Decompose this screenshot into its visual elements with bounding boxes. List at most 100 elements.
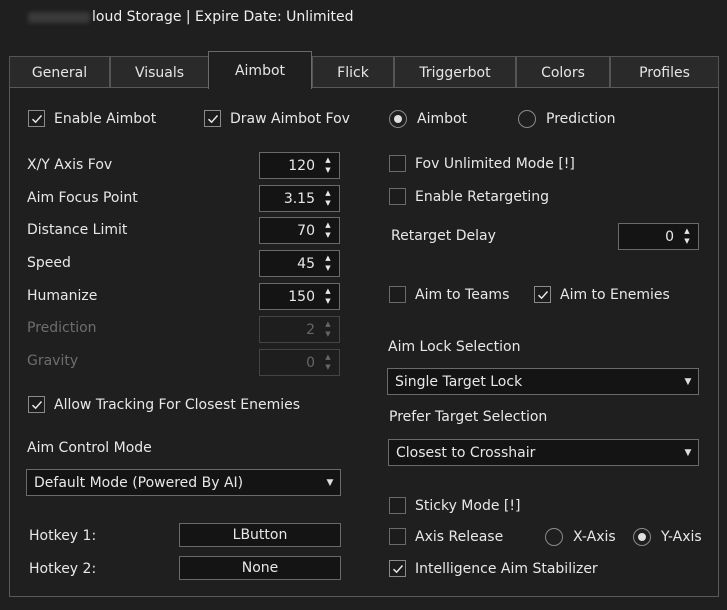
hotkey-2-button[interactable]: None: [179, 556, 341, 580]
tab-label: Flick: [337, 64, 369, 81]
aim-to-enemies-checkbox[interactable]: Aim to Enemies: [534, 286, 670, 303]
radio-label: Y-Axis: [661, 529, 702, 545]
spinbox-value: 150: [288, 288, 315, 305]
aim-focus-point-spinbox[interactable]: 3.15 ▲ ▼: [259, 185, 340, 212]
radio-dot-icon: [394, 115, 402, 123]
spinbox-value: 0: [306, 354, 315, 371]
aimbot-panel: [9, 87, 719, 597]
checkbox-label: Allow Tracking For Closest Enemies: [54, 396, 301, 413]
tab-label: General: [31, 64, 88, 81]
y-axis-radio[interactable]: Y-Axis: [633, 528, 702, 546]
spin-arrows-icon[interactable]: ▲ ▼: [321, 157, 335, 174]
checkbox-box: [28, 396, 45, 413]
spin-arrows-icon[interactable]: ▲ ▼: [321, 255, 335, 272]
allow-tracking-checkbox[interactable]: Allow Tracking For Closest Enemies: [28, 396, 300, 413]
intelligence-aim-stabilizer-checkbox[interactable]: Intelligence Aim Stabilizer: [389, 560, 598, 577]
tab-general[interactable]: General: [9, 56, 110, 88]
radio-dot-icon: [638, 533, 646, 541]
draw-aimbot-fov-checkbox[interactable]: Draw Aimbot Fov: [204, 110, 350, 127]
mode-aimbot-radio[interactable]: Aimbot: [389, 110, 467, 128]
spin-arrows-icon[interactable]: ▲ ▼: [680, 228, 694, 245]
speed-label: Speed: [27, 255, 71, 271]
checkmark-icon: [31, 114, 42, 123]
checkmark-icon: [31, 400, 42, 409]
window-title: loud Storage | Expire Date: Unlimited: [28, 9, 354, 25]
hotkey-1-button[interactable]: LButton: [179, 523, 341, 547]
checkbox-label: Axis Release: [415, 528, 504, 545]
checkmark-icon: [392, 564, 403, 573]
spin-arrows-icon[interactable]: ▲ ▼: [321, 190, 335, 207]
checkbox-box: [389, 560, 406, 577]
checkbox-label: Enable Retargeting: [415, 188, 550, 205]
humanize-spinbox[interactable]: 150 ▲ ▼: [259, 283, 340, 310]
tab-profiles[interactable]: Profiles: [610, 56, 719, 88]
tab-flick[interactable]: Flick: [312, 56, 394, 88]
checkbox-label: Intelligence Aim Stabilizer: [415, 560, 598, 577]
radio-circle: [518, 110, 536, 128]
checkbox-label: Aim to Teams: [415, 286, 510, 303]
speed-spinbox[interactable]: 45 ▲ ▼: [259, 250, 340, 277]
tab-aimbot[interactable]: Aimbot: [208, 51, 312, 89]
axis-release-checkbox[interactable]: Axis Release: [389, 528, 503, 545]
prediction-spinbox: 2 ▲ ▼: [259, 316, 340, 343]
tab-label: Visuals: [134, 64, 185, 81]
spinbox-value: 3.15: [283, 190, 315, 207]
tab-triggerbot[interactable]: Triggerbot: [394, 56, 516, 88]
hotkey-2-label: Hotkey 2:: [29, 561, 97, 577]
spinbox-value: 2: [306, 321, 315, 338]
checkbox-box: [389, 528, 406, 545]
window-title-text: loud Storage | Expire Date: Unlimited: [92, 9, 354, 25]
spinbox-value: 70: [297, 222, 315, 239]
xy-axis-fov-spinbox[interactable]: 120 ▲ ▼: [259, 152, 340, 179]
humanize-label: Humanize: [27, 288, 98, 304]
aim-control-mode-label: Aim Control Mode: [27, 440, 152, 456]
tab-visuals[interactable]: Visuals: [110, 56, 209, 88]
radio-circle: [633, 528, 651, 546]
checkmark-icon: [537, 290, 548, 299]
radio-label: Prediction: [546, 111, 616, 127]
sticky-mode-checkbox[interactable]: Sticky Mode [!]: [389, 497, 520, 514]
mode-prediction-radio[interactable]: Prediction: [518, 110, 616, 128]
checkbox-label: Enable Aimbot: [54, 110, 157, 127]
tab-label: Aimbot: [234, 62, 286, 79]
redacted-app-name: [28, 11, 90, 23]
chevron-down-icon: ▼: [684, 447, 692, 458]
retarget-delay-spinbox[interactable]: 0 ▲ ▼: [618, 223, 699, 250]
checkbox-label: Sticky Mode [!]: [415, 497, 521, 514]
retarget-delay-label: Retarget Delay: [391, 228, 496, 244]
tab-label: Colors: [541, 64, 585, 81]
tab-colors[interactable]: Colors: [516, 56, 610, 88]
hotkey-value: None: [241, 560, 279, 576]
spin-arrows-icon[interactable]: ▲ ▼: [321, 222, 335, 239]
dropdown-value: Single Target Lock: [395, 373, 523, 390]
checkbox-box: [28, 110, 45, 127]
enable-retargeting-checkbox[interactable]: Enable Retargeting: [389, 188, 549, 205]
aim-lock-selection-dropdown[interactable]: Single Target Lock ▼: [387, 368, 699, 395]
checkbox-label: Fov Unlimited Mode [!]: [415, 155, 575, 172]
radio-label: Aimbot: [417, 111, 468, 127]
prefer-target-selection-label: Prefer Target Selection: [389, 409, 548, 425]
hotkey-1-label: Hotkey 1:: [29, 528, 97, 544]
spin-arrows-icon[interactable]: ▲ ▼: [321, 288, 335, 305]
fov-unlimited-checkbox[interactable]: Fov Unlimited Mode [!]: [389, 155, 575, 172]
radio-circle: [545, 528, 563, 546]
spinbox-value: 0: [665, 228, 674, 245]
tab-bar: General Visuals Aimbot Flick Triggerbot …: [9, 51, 719, 89]
aim-control-mode-dropdown[interactable]: Default Mode (Powered By AI) ▼: [26, 469, 341, 496]
dropdown-value: Closest to Crosshair: [396, 444, 536, 461]
distance-limit-spinbox[interactable]: 70 ▲ ▼: [259, 217, 340, 244]
x-axis-radio[interactable]: X-Axis: [545, 528, 616, 546]
checkbox-box: [389, 497, 406, 514]
checkbox-box: [389, 155, 406, 172]
radio-circle: [389, 110, 407, 128]
prefer-target-selection-dropdown[interactable]: Closest to Crosshair ▼: [388, 439, 699, 466]
enable-aimbot-checkbox[interactable]: Enable Aimbot: [28, 110, 156, 127]
spin-arrows-icon: ▲ ▼: [325, 353, 331, 371]
gravity-spinbox: 0 ▲ ▼: [259, 349, 340, 376]
checkbox-box: [534, 286, 551, 303]
spinbox-value: 120: [288, 157, 315, 174]
checkbox-box: [204, 110, 221, 127]
hotkey-value: LButton: [232, 527, 288, 543]
xy-axis-fov-label: X/Y Axis Fov: [27, 157, 113, 173]
aim-to-teams-checkbox[interactable]: Aim to Teams: [389, 286, 509, 303]
